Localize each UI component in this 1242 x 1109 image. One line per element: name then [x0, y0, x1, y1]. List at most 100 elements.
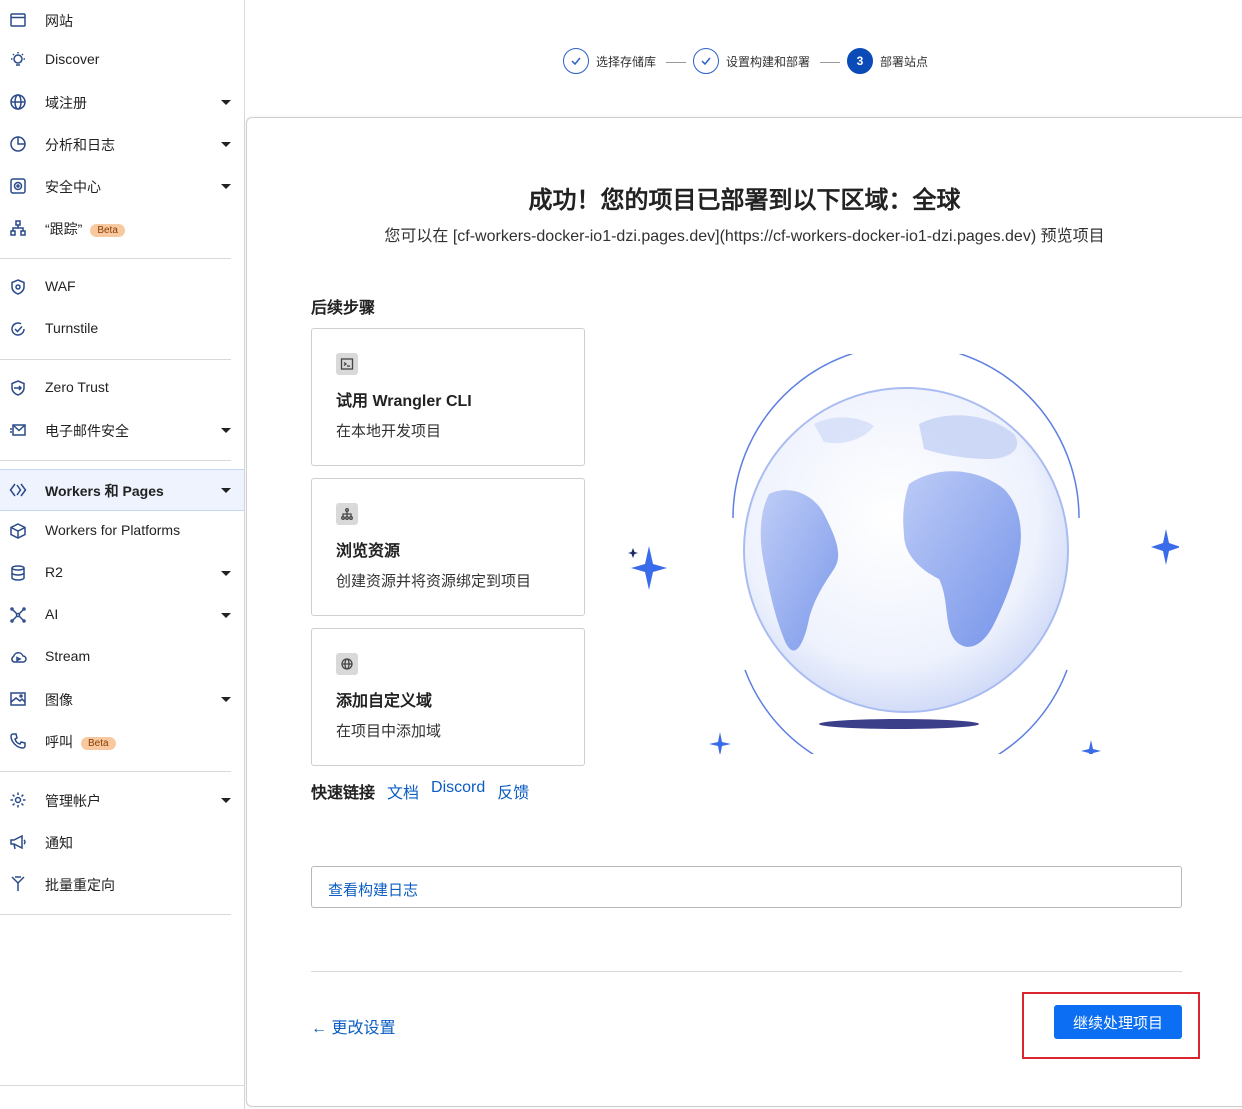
sidebar-divider [0, 258, 231, 259]
beta-badge: Beta [90, 224, 125, 237]
sidebar-item-label: 分析和日志 [45, 137, 115, 153]
tile-description: 创建资源并将资源绑定到项目 [336, 573, 532, 590]
chevron-down-icon [221, 613, 231, 618]
sidebar-divider [0, 460, 231, 461]
sidebar-item-label: 通知 [45, 835, 73, 851]
sidebar-divider [0, 771, 231, 772]
tile-browse-resources[interactable]: 浏览资源 创建资源并将资源绑定到项目 [311, 478, 585, 616]
sidebar-item-label: 图像 [45, 692, 73, 708]
sidebar-item-security-center[interactable]: 安全中心 [0, 166, 244, 206]
sidebar-item-label: 电子邮件安全 [45, 423, 129, 439]
sidebar-item-label: 域注册 [45, 95, 87, 111]
sidebar-item-label: Discover [45, 51, 100, 67]
quick-links: 快速链接 文档 Discord 反馈 [311, 779, 529, 803]
step-connector [666, 62, 686, 63]
check-icon [563, 48, 589, 74]
tile-description: 在项目中添加域 [336, 723, 442, 740]
sidebar-item-label: 网站 [45, 13, 73, 29]
sidebar-item-label: “跟踪” Beta [45, 219, 125, 239]
sidebar-item-analytics[interactable]: 分析和日志 [0, 124, 244, 164]
tile-title: 添加自定义域 [336, 693, 433, 710]
chevron-down-icon [221, 571, 231, 576]
image-icon [8, 689, 28, 709]
sidebar-item-label: 批量重定向 [45, 877, 115, 893]
page-title: 成功！您的项目已部署到以下区域：全球 [528, 187, 961, 214]
terminal-icon [336, 353, 358, 375]
database-icon [8, 563, 28, 583]
chevron-down-icon [221, 100, 231, 105]
globe-icon [8, 92, 28, 112]
redirect-icon [8, 874, 28, 894]
change-settings-link[interactable]: ← 更改设置 [311, 1014, 395, 1038]
step-label: 选择存储库 [596, 54, 657, 69]
step-label: 部署站点 [880, 54, 929, 69]
sidebar: 网站 Discover 域注册 分析和日志 安全中心 “跟踪” Beta WAF … [0, 0, 245, 1109]
sidebar-item-turnstile[interactable]: Turnstile [0, 309, 244, 349]
chevron-down-icon [221, 488, 231, 493]
step-label: 设置构建和部署 [726, 54, 811, 69]
phone-icon [8, 731, 28, 751]
chevron-down-icon [221, 184, 231, 189]
tile-title: 试用 Wrangler CLI [336, 393, 472, 410]
megaphone-icon [8, 832, 28, 852]
security-center-icon [8, 176, 28, 196]
pie-chart-icon [8, 134, 28, 154]
globe-illustration [619, 344, 1181, 783]
preview-subtitle: 您可以在 [cf-workers-docker-io1-dzi.pages.de… [384, 228, 1105, 245]
link-docs[interactable]: 文档 [387, 779, 419, 803]
link-discord[interactable]: Discord [431, 779, 485, 803]
sidebar-item-label: Turnstile [45, 320, 99, 336]
waf-shield-icon [8, 277, 28, 297]
gear-icon [8, 790, 28, 810]
sidebar-item-trace[interactable]: “跟踪” Beta [0, 208, 244, 248]
step-connector [820, 62, 840, 63]
hierarchy-icon [336, 503, 358, 525]
sidebar-item-label: Workers 和 Pages [45, 483, 164, 499]
tile-title: 浏览资源 [336, 543, 401, 560]
sidebar-item-stream[interactable]: Stream [0, 637, 244, 677]
sidebar-item-domain-registration[interactable]: 域注册 [0, 82, 244, 122]
sidebar-divider [0, 914, 231, 915]
sidebar-item-workers-for-platforms[interactable]: Workers for Platforms [0, 511, 244, 551]
sidebar-item-notifications[interactable]: 通知 [0, 822, 244, 862]
chevron-down-icon [221, 428, 231, 433]
sidebar-item-label: 管理帐户 [45, 793, 101, 809]
sidebar-item-bulk-redirects[interactable]: 批量重定向 [0, 864, 244, 904]
lightbulb-icon [8, 50, 28, 70]
sidebar-item-ai[interactable]: AI [0, 595, 244, 635]
link-feedback[interactable]: 反馈 [497, 779, 529, 803]
sidebar-item-zero-trust[interactable]: Zero Trust [0, 368, 244, 408]
sidebar-item-workers-pages[interactable]: Workers 和 Pages [0, 469, 244, 511]
chevron-down-icon [221, 142, 231, 147]
cube-icon [8, 521, 28, 541]
sidebar-item-images[interactable]: 图像 [0, 679, 244, 719]
tile-wrangler-cli[interactable]: 试用 Wrangler CLI 在本地开发项目 [311, 328, 585, 466]
next-steps-heading: 后续步骤 [311, 300, 376, 317]
stream-cloud-icon [8, 647, 28, 667]
sidebar-item-label: Zero Trust [45, 379, 109, 395]
sidebar-item-r2[interactable]: R2 [0, 553, 244, 593]
sidebar-item-label: WAF [45, 278, 76, 294]
sidebar-item-websites[interactable]: 网站 [0, 0, 244, 40]
sidebar-divider [0, 1085, 244, 1086]
success-card: 成功！您的项目已部署到以下区域：全球 您可以在 [cf-workers-dock… [246, 117, 1242, 1107]
step-build-deploy: 设置构建和部署 [693, 48, 810, 74]
workers-icon [8, 480, 28, 500]
tile-description: 在本地开发项目 [336, 423, 442, 440]
quick-links-label: 快速链接 [311, 785, 376, 802]
globe-image [628, 344, 1181, 783]
trace-icon [8, 218, 28, 238]
sidebar-item-waf[interactable]: WAF [0, 267, 244, 307]
sidebar-item-label: 呼叫 Beta [45, 732, 116, 752]
sidebar-item-email-security[interactable]: 电子邮件安全 [0, 410, 244, 450]
tile-add-custom-domain[interactable]: 添加自定义域 在项目中添加域 [311, 628, 585, 766]
browser-window-icon [8, 10, 28, 30]
sidebar-item-calls[interactable]: 呼叫 Beta [0, 721, 244, 761]
sidebar-item-discover[interactable]: Discover [0, 40, 244, 80]
view-build-logs-button[interactable]: 查看构建日志 [311, 866, 1182, 908]
step-select-repo: 选择存储库 [563, 48, 656, 74]
chevron-down-icon [221, 697, 231, 702]
continue-project-button[interactable]: 继续处理项目 [1054, 1005, 1182, 1039]
sidebar-divider [0, 359, 231, 360]
sidebar-item-manage-account[interactable]: 管理帐户 [0, 780, 244, 820]
